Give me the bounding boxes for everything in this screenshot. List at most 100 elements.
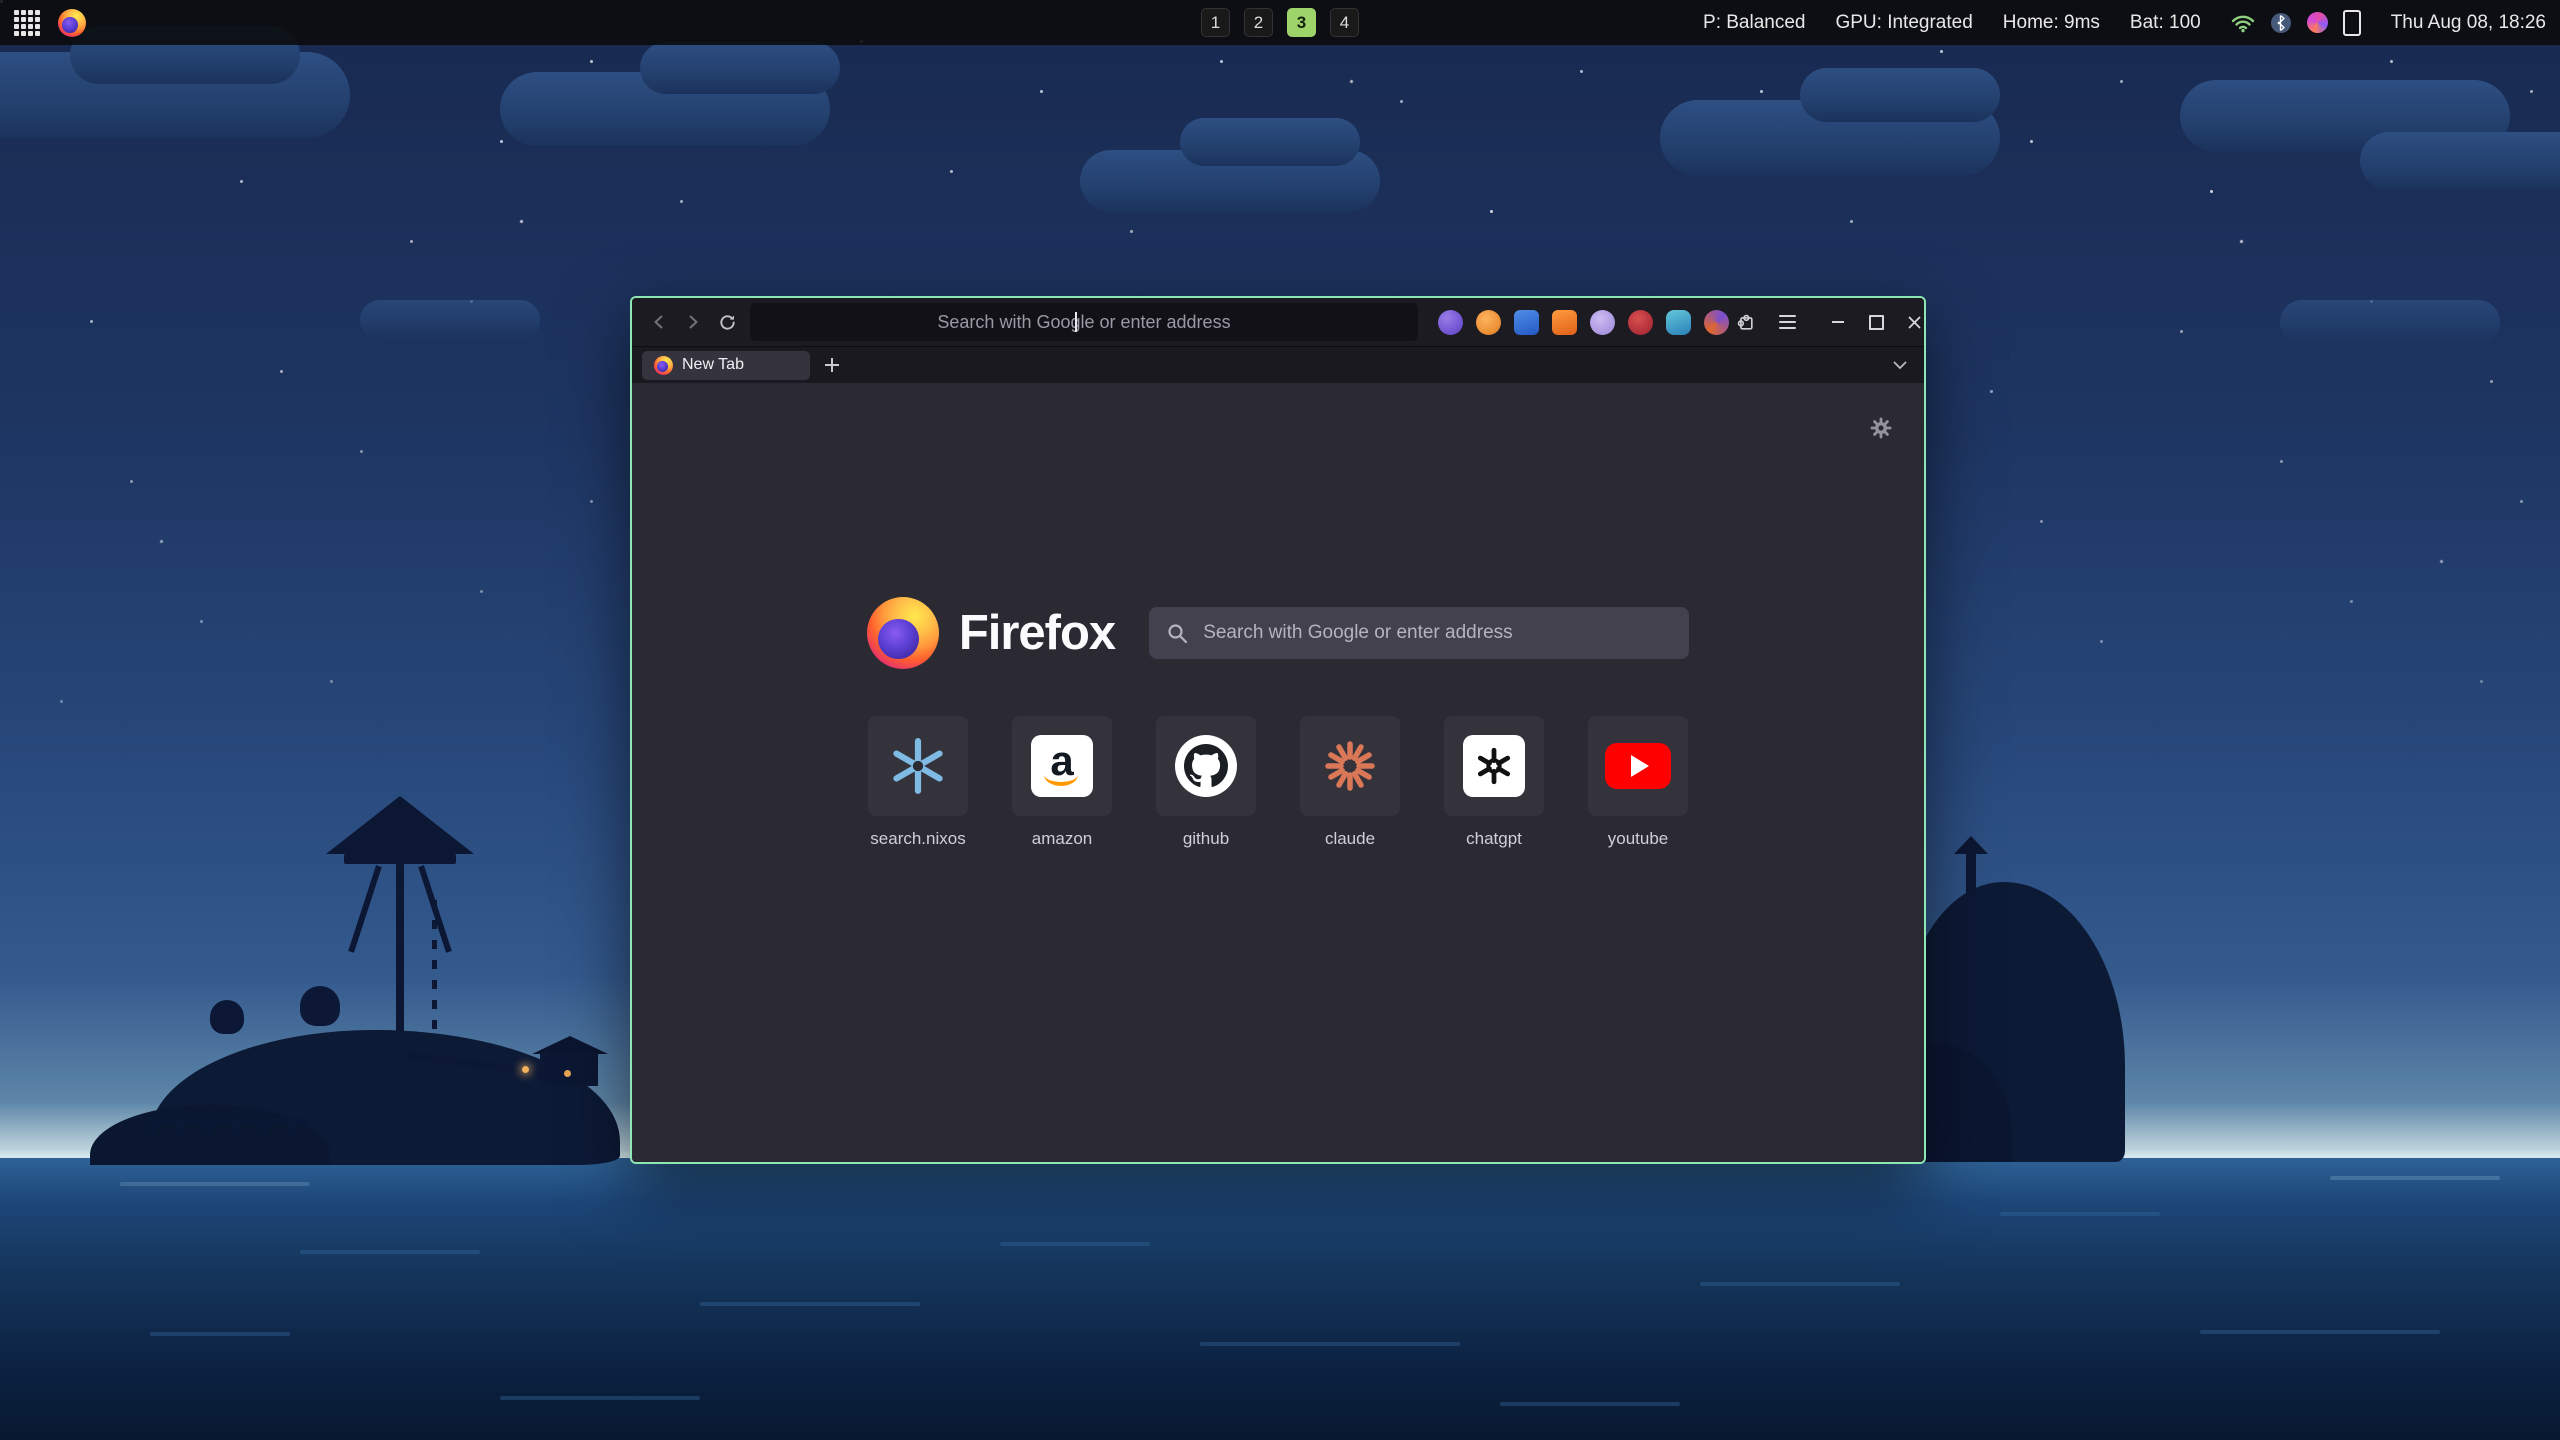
reload-icon bbox=[718, 313, 737, 332]
extensions-button[interactable] bbox=[1729, 306, 1761, 338]
shortcut-label: github bbox=[1183, 829, 1229, 849]
maximize-icon bbox=[1869, 315, 1884, 330]
extension-icon-8[interactable] bbox=[1704, 310, 1729, 335]
hut bbox=[540, 1052, 598, 1086]
github-icon bbox=[1175, 735, 1237, 797]
cloud bbox=[640, 42, 840, 94]
tab-favicon bbox=[654, 356, 673, 375]
workspace-1[interactable]: 1 bbox=[1201, 8, 1230, 37]
wave bbox=[2330, 1176, 2500, 1180]
menu-button[interactable] bbox=[1771, 306, 1803, 338]
maximize-button[interactable] bbox=[1861, 307, 1891, 337]
wave bbox=[120, 1182, 310, 1186]
wave bbox=[700, 1302, 920, 1306]
personalize-button[interactable] bbox=[1866, 413, 1896, 443]
extension-icon-4[interactable] bbox=[1552, 310, 1577, 335]
cloud bbox=[2280, 300, 2500, 344]
forward-button[interactable] bbox=[676, 305, 710, 339]
workspace-3[interactable]: 3 bbox=[1287, 8, 1316, 37]
wave bbox=[300, 1250, 480, 1254]
newtab-page: Firefox bbox=[632, 383, 1924, 1162]
shortcut-tiles: search.nixos a amazon bbox=[632, 716, 1924, 849]
minimize-button[interactable] bbox=[1823, 307, 1853, 337]
tab-new-tab[interactable]: New Tab bbox=[642, 351, 810, 380]
shortcut-tile[interactable] bbox=[1444, 716, 1544, 816]
close-button[interactable] bbox=[1899, 307, 1926, 337]
shortcut-tile[interactable] bbox=[1156, 716, 1256, 816]
cloud bbox=[360, 300, 540, 340]
extension-icon-5[interactable] bbox=[1590, 310, 1615, 335]
list-all-tabs-button[interactable] bbox=[1886, 351, 1914, 379]
shortcut-amazon: a amazon bbox=[1012, 716, 1112, 849]
newtab-hero: Firefox bbox=[632, 597, 1924, 669]
shortcut-label: search.nixos bbox=[870, 829, 965, 849]
close-icon bbox=[1908, 316, 1921, 329]
shortcut-label: youtube bbox=[1608, 829, 1669, 849]
url-input[interactable] bbox=[750, 302, 1418, 342]
battery-status: Bat: 100 bbox=[2130, 12, 2201, 34]
cloud bbox=[1180, 118, 1360, 166]
wave bbox=[1000, 1242, 1150, 1246]
minimize-icon bbox=[1832, 321, 1844, 323]
reload-button[interactable] bbox=[710, 305, 744, 339]
bluetooth-icon[interactable] bbox=[2270, 12, 2292, 34]
shortcut-tile[interactable]: a bbox=[1012, 716, 1112, 816]
shortcut-github: github bbox=[1156, 716, 1256, 849]
power-profile-status: P: Balanced bbox=[1703, 12, 1805, 34]
desktop: 1 2 3 4 P: Balanced GPU: Integrated Home… bbox=[0, 0, 2560, 1440]
url-bar[interactable] bbox=[750, 303, 1418, 341]
status-bar-right: P: Balanced GPU: Integrated Home: 9ms Ba… bbox=[1703, 10, 2560, 36]
extension-icon-3[interactable] bbox=[1514, 310, 1539, 335]
workspace-2[interactable]: 2 bbox=[1244, 8, 1273, 37]
status-bar: 1 2 3 4 P: Balanced GPU: Integrated Home… bbox=[0, 0, 2560, 45]
extension-icon-6[interactable] bbox=[1628, 310, 1653, 335]
shortcut-label: claude bbox=[1325, 829, 1375, 849]
clock: Thu Aug 08, 18:26 bbox=[2391, 12, 2546, 34]
hut-light bbox=[522, 1066, 529, 1073]
palm-tree bbox=[210, 1000, 244, 1034]
tab-title: New Tab bbox=[682, 356, 744, 374]
extension-icon-7[interactable] bbox=[1666, 310, 1691, 335]
palm-tree bbox=[300, 986, 340, 1026]
back-icon bbox=[650, 313, 668, 331]
amazon-icon: a bbox=[1031, 735, 1093, 797]
newtab-search-input[interactable] bbox=[1201, 621, 1671, 645]
shortcut-tile[interactable] bbox=[1300, 716, 1400, 816]
shortcut-tile[interactable] bbox=[1588, 716, 1688, 816]
chatgpt-icon bbox=[1463, 735, 1525, 797]
apps-grid-icon[interactable] bbox=[12, 8, 42, 38]
status-tray bbox=[2231, 10, 2361, 36]
new-tab-button[interactable] bbox=[818, 351, 846, 379]
wave bbox=[150, 1332, 290, 1336]
shortcut-claude: claude bbox=[1300, 716, 1400, 849]
newtab-search-bar[interactable] bbox=[1149, 607, 1689, 659]
wifi-icon[interactable] bbox=[2231, 13, 2255, 33]
youtube-icon bbox=[1605, 743, 1671, 789]
wave bbox=[1700, 1282, 1900, 1286]
shortcut-label: amazon bbox=[1032, 829, 1092, 849]
chevron-down-icon bbox=[1893, 361, 1907, 370]
dock-posts bbox=[150, 1120, 310, 1136]
island-right-tower bbox=[1966, 852, 1976, 896]
search-icon bbox=[1167, 623, 1188, 644]
back-button[interactable] bbox=[642, 305, 676, 339]
tablet-icon[interactable] bbox=[2343, 10, 2361, 36]
browser-toolbar bbox=[632, 298, 1924, 346]
window-controls bbox=[1823, 307, 1926, 337]
status-bar-left bbox=[0, 8, 86, 38]
firefox-icon[interactable] bbox=[58, 9, 86, 37]
shortcut-label: chatgpt bbox=[1466, 829, 1522, 849]
wallpaper-sea bbox=[0, 1158, 2560, 1440]
tab-strip: New Tab bbox=[632, 346, 1924, 383]
firefox-window: New Tab bbox=[630, 296, 1926, 1164]
workspace-4[interactable]: 4 bbox=[1330, 8, 1359, 37]
shortcut-tile[interactable] bbox=[868, 716, 968, 816]
color-palette-icon[interactable] bbox=[2307, 12, 2328, 33]
cloud bbox=[2360, 132, 2560, 190]
shortcut-chatgpt: chatgpt bbox=[1444, 716, 1544, 849]
wave bbox=[2000, 1212, 2160, 1216]
extension-icon-2[interactable] bbox=[1476, 310, 1501, 335]
wave bbox=[500, 1396, 700, 1400]
extension-icon-1[interactable] bbox=[1438, 310, 1463, 335]
extensions-puzzle-icon bbox=[1735, 312, 1755, 332]
